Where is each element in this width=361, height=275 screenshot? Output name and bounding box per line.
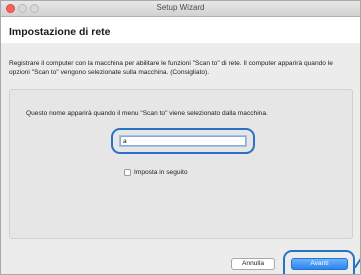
set-later-option[interactable]: Imposta in seguito xyxy=(124,167,188,177)
set-later-checkbox[interactable] xyxy=(124,168,131,176)
settings-panel: Questo nome apparirà quando il menu "Sca… xyxy=(9,89,353,239)
computer-name-input[interactable] xyxy=(120,136,246,146)
page-title: Impostazione di rete xyxy=(9,26,111,38)
next-button[interactable]: Avanti xyxy=(291,258,348,270)
set-later-label: Imposta in seguito xyxy=(134,168,188,176)
setup-wizard-window: Setup Wizard Impostazione di rete Regist… xyxy=(0,0,361,275)
cancel-button[interactable]: Annulla xyxy=(231,258,275,270)
name-prompt-text: Questo nome apparirà quando il menu "Sca… xyxy=(26,110,268,117)
pointer-line-icon xyxy=(353,256,360,268)
title-bar: Setup Wizard xyxy=(1,1,360,17)
description-text: Registrare il computer con la macchina p… xyxy=(9,60,333,76)
input-highlight-callout xyxy=(111,128,255,154)
window-title: Setup Wizard xyxy=(156,3,205,12)
header-area: Impostazione di rete xyxy=(1,17,360,43)
